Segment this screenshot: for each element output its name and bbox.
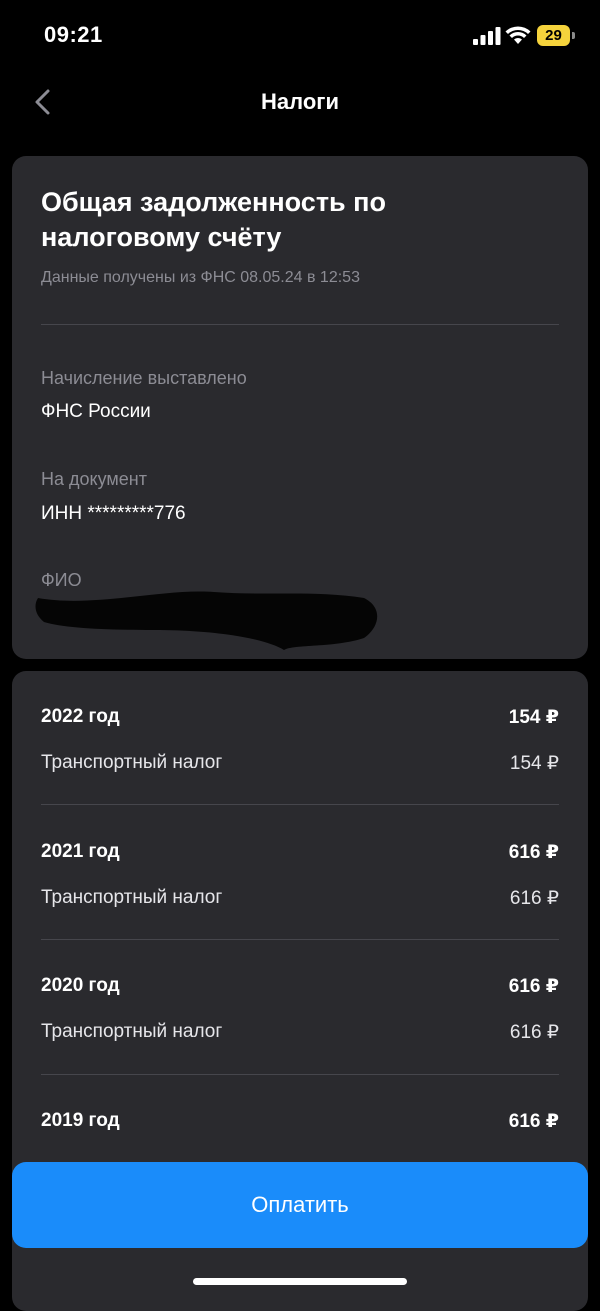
tax-name: Транспортный налог bbox=[41, 887, 223, 908]
tax-item-row[interactable]: Транспортный налог 616 ₽ bbox=[41, 887, 559, 909]
issuer-value: ФНС России bbox=[41, 401, 151, 422]
status-time: 09:21 bbox=[44, 22, 103, 47]
tax-item-row[interactable]: Транспортный налог 616 ₽ bbox=[41, 1021, 559, 1043]
tax-amount: 154 ₽ bbox=[509, 753, 559, 774]
battery-tip bbox=[572, 32, 575, 39]
navigation-bar: Налоги bbox=[0, 80, 600, 125]
battery-indicator: 29 bbox=[537, 25, 575, 46]
data-source-timestamp: Данные получены из ФНС 08.05.24 в 12:53 bbox=[41, 269, 360, 286]
year-total: 616 ₽ bbox=[508, 842, 559, 863]
home-indicator bbox=[193, 1278, 407, 1285]
redacted-name-scribble bbox=[35, 591, 378, 650]
divider bbox=[41, 804, 559, 805]
page-title: Налоги bbox=[261, 89, 339, 114]
document-label: На документ bbox=[41, 469, 147, 489]
document-value: ИНН *********776 bbox=[41, 503, 186, 524]
tax-amount: 616 ₽ bbox=[509, 1022, 559, 1043]
year-label: 2019 год bbox=[41, 1110, 120, 1131]
pay-button[interactable]: Оплатить bbox=[12, 1162, 588, 1248]
status-bar: 09:21 29 bbox=[0, 0, 600, 70]
year-row-2019[interactable]: 2019 год 616 ₽ bbox=[41, 1110, 559, 1132]
year-row-2022[interactable]: 2022 год 154 ₽ bbox=[41, 706, 559, 728]
tax-name: Транспортный налог bbox=[41, 1021, 223, 1042]
divider bbox=[41, 939, 559, 940]
year-label: 2022 год bbox=[41, 706, 120, 727]
divider bbox=[41, 1074, 559, 1075]
year-total: 616 ₽ bbox=[508, 1111, 559, 1132]
wifi-icon bbox=[505, 26, 531, 44]
year-label: 2021 год bbox=[41, 841, 120, 862]
issuer-label: Начисление выставлено bbox=[41, 368, 247, 388]
year-total: 616 ₽ bbox=[508, 976, 559, 997]
battery-level: 29 bbox=[537, 25, 570, 46]
tax-name: Транспортный налог bbox=[41, 752, 223, 773]
tax-item-row[interactable]: Транспортный налог 154 ₽ bbox=[41, 752, 559, 774]
year-label: 2020 год bbox=[41, 975, 120, 996]
divider bbox=[41, 324, 559, 325]
year-row-2020[interactable]: 2020 год 616 ₽ bbox=[41, 975, 559, 997]
tax-amount: 616 ₽ bbox=[509, 888, 559, 909]
summary-title: Общая задолженность по налоговому счёту bbox=[41, 187, 386, 252]
cellular-signal-icon bbox=[473, 27, 501, 45]
debt-summary-card: Общая задолженность по налоговому счёту … bbox=[12, 156, 588, 659]
year-row-2021[interactable]: 2021 год 616 ₽ bbox=[41, 841, 559, 863]
year-total: 154 ₽ bbox=[508, 707, 559, 728]
